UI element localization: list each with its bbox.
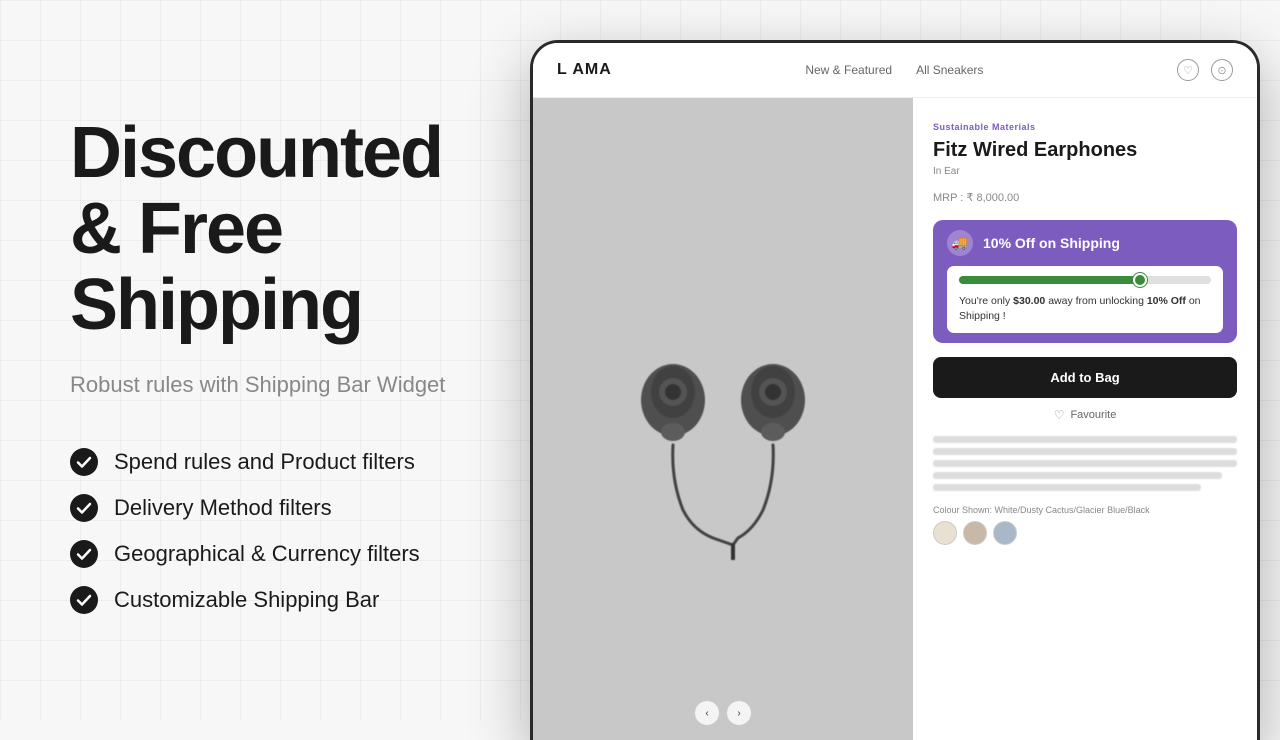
progress-bar-fill [959, 276, 1140, 284]
product-image-placeholder [533, 98, 913, 740]
widget-amount: $30.00 [1013, 295, 1045, 307]
wishlist-icon[interactable]: ♡ [1177, 59, 1199, 81]
product-description [933, 436, 1237, 491]
add-to-bag-button[interactable]: Add to Bag [933, 357, 1237, 398]
widget-discount: 10% Off [1147, 295, 1186, 307]
progress-bar-thumb [1133, 273, 1147, 287]
sub-heading: Robust rules with Shipping Bar Widget [70, 371, 450, 400]
next-image-button[interactable]: › [727, 701, 751, 725]
right-panel: L AMA New & Featured All Sneakers ♡ ⊙ [510, 0, 1280, 720]
product-image-area: ‹ › [533, 98, 913, 740]
store-nav-icons: ♡ ⊙ [1177, 59, 1233, 81]
desc-line-1 [933, 436, 1237, 443]
prev-image-button[interactable]: ‹ [695, 701, 719, 725]
feature-item-2: Delivery Method filters [70, 494, 450, 522]
widget-message: You're only $30.00 away from unlocking 1… [959, 294, 1211, 323]
colour-options [933, 521, 1237, 545]
earphones-image [583, 280, 863, 560]
cart-icon[interactable]: ⊙ [1211, 59, 1233, 81]
store-nav: L AMA New & Featured All Sneakers ♡ ⊙ [533, 43, 1257, 98]
product-layout: ‹ › Sustainable Materials Fitz Wired Ear… [533, 98, 1257, 740]
store-nav-links: New & Featured All Sneakers [805, 63, 983, 77]
features-list: Spend rules and Product filters Delivery… [70, 448, 450, 614]
progress-bar-container [959, 276, 1211, 284]
desc-line-5 [933, 484, 1201, 491]
store-logo: L AMA [557, 61, 612, 79]
feature-item-4: Customizable Shipping Bar [70, 586, 450, 614]
check-icon-2 [70, 494, 98, 522]
check-icon-4 [70, 586, 98, 614]
colour-swatch-2[interactable] [963, 521, 987, 545]
check-icon-1 [70, 448, 98, 476]
widget-title: 10% Off on Shipping [983, 235, 1120, 251]
nav-link-featured[interactable]: New & Featured [805, 63, 892, 77]
main-heading: Discounted & Free Shipping [70, 116, 450, 343]
shipping-bar-widget: 🚚 10% Off on Shipping You're only $30.00… [933, 220, 1237, 343]
left-panel: Discounted & Free Shipping Robust rules … [0, 0, 510, 720]
desc-line-2 [933, 448, 1237, 455]
favourite-label[interactable]: Favourite [1070, 409, 1116, 421]
colour-swatch-3[interactable] [993, 521, 1017, 545]
product-name: Fitz Wired Earphones [933, 138, 1237, 162]
product-tag: Sustainable Materials [933, 122, 1237, 132]
nav-link-sneakers[interactable]: All Sneakers [916, 63, 983, 77]
favourite-heart-icon: ♡ [1054, 408, 1065, 422]
product-price: MRP : ₹ 8,000.00 [933, 191, 1237, 204]
feature-item-3: Geographical & Currency filters [70, 540, 450, 568]
widget-msg-post: away from unlocking [1045, 295, 1147, 307]
favourite-row: ♡ Favourite [933, 408, 1237, 422]
check-icon-3 [70, 540, 98, 568]
colour-swatch-1[interactable] [933, 521, 957, 545]
feature-item-1: Spend rules and Product filters [70, 448, 450, 476]
widget-header: 🚚 10% Off on Shipping [947, 230, 1223, 256]
widget-body: You're only $30.00 away from unlocking 1… [947, 266, 1223, 333]
desc-line-3 [933, 460, 1237, 467]
device-content: L AMA New & Featured All Sneakers ♡ ⊙ [533, 43, 1257, 740]
product-subtitle: In Ear [933, 166, 1237, 177]
desc-line-4 [933, 472, 1222, 479]
widget-msg-pre: You're only [959, 295, 1013, 307]
colour-label: Colour Shown: White/Dusty Cactus/Glacier… [933, 505, 1237, 515]
widget-truck-icon: 🚚 [947, 230, 973, 256]
product-details: Sustainable Materials Fitz Wired Earphon… [913, 98, 1257, 740]
device-frame: L AMA New & Featured All Sneakers ♡ ⊙ [530, 40, 1260, 740]
image-nav-arrows: ‹ › [695, 701, 751, 725]
